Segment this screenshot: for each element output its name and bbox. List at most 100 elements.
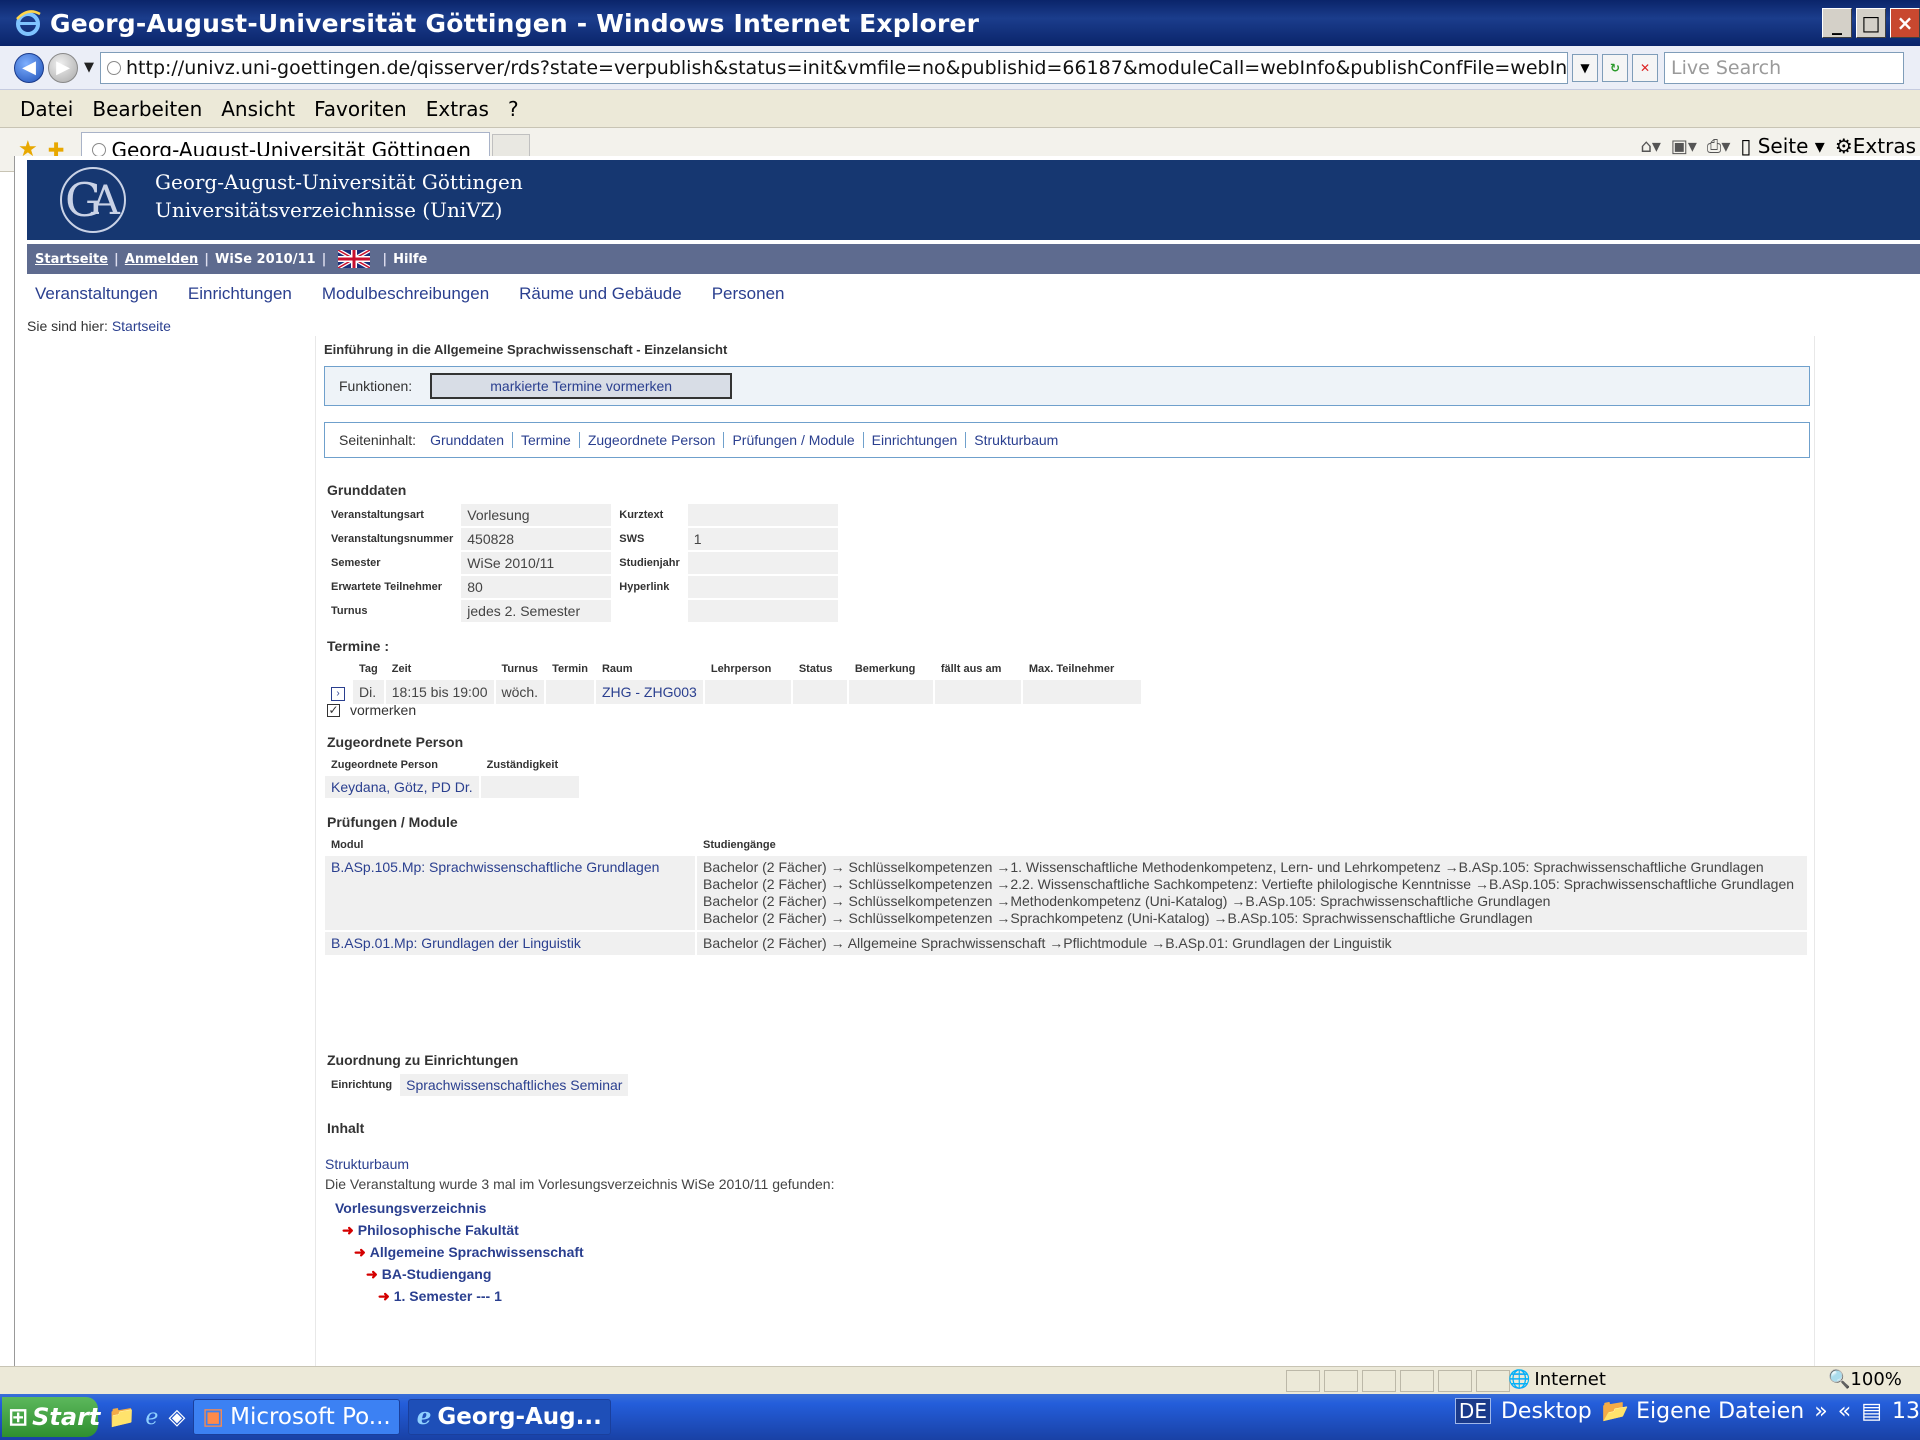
stop-icon[interactable]: ✕ (1632, 53, 1658, 82)
internet-explorer-icon (16, 10, 41, 36)
back-button[interactable]: ◀ (14, 52, 44, 83)
nav-anmelden[interactable]: Anmelden (125, 252, 199, 267)
forward-button[interactable]: ▶ (48, 52, 78, 83)
minimize-button[interactable]: _ (1822, 8, 1852, 38)
page-title: Einführung in die Allgemeine Sprachwisse… (324, 342, 728, 357)
taskbar-ie-window[interactable]: ℯ Georg-Aug... (407, 1399, 611, 1435)
contents-link-pruefungen[interactable]: Prüfungen / Module (723, 432, 862, 448)
close-button[interactable]: × (1890, 8, 1920, 38)
menu-favoriten[interactable]: Favoriten (314, 97, 407, 121)
contents-link-strukturbaum[interactable]: Strukturbaum (965, 432, 1066, 448)
quicklaunch-folder-icon[interactable]: 📁 (108, 1405, 135, 1430)
nav-startseite[interactable]: Startseite (35, 252, 108, 267)
studiengang-line: Bachelor (2 Fächer) → Schlüsselkompetenz… (703, 859, 1764, 875)
contents-link-termine[interactable]: Termine (512, 432, 579, 448)
mainnav-veranstaltungen[interactable]: Veranstaltungen (35, 284, 158, 304)
language-indicator[interactable]: DE (1454, 1398, 1491, 1424)
termine-column-header: Raum (601, 663, 633, 675)
modul-row: B.ASp.01.Mp: Grundlagen der Linguistik Ba… (325, 932, 1807, 955)
web-page: G A Georg-August-Universität Göttingen U… (14, 156, 1920, 1366)
mainnav-raeume[interactable]: Räume und Gebäude (519, 284, 682, 304)
contents-link-grunddaten[interactable]: Grunddaten (422, 432, 512, 448)
menu-ansicht[interactable]: Ansicht (221, 97, 295, 121)
grunddaten-row: Turnus jedes 2. Semester (325, 600, 838, 622)
clock: 13 (1892, 1398, 1920, 1424)
modul-link[interactable]: B.ASp.105.Mp: Sprachwissenschaftliche Gr… (325, 856, 695, 930)
quicklaunch-ie-icon[interactable]: ℯ (145, 1405, 158, 1430)
grunddaten-heading: Grunddaten (327, 482, 407, 498)
page-menu[interactable]: ▯ Seite ▾ (1740, 134, 1824, 158)
page-icon (91, 143, 106, 157)
desktop-toolbar[interactable]: Desktop (1501, 1399, 1592, 1424)
modul-link[interactable]: B.ASp.01.Mp: Grundlagen der Linguistik (325, 932, 695, 955)
strukturbaum-heading: Strukturbaum (325, 1156, 410, 1172)
raum-link[interactable]: ZHG - ZHG003 (595, 680, 703, 704)
breadcrumb-startseite[interactable]: Startseite (112, 318, 171, 334)
toolbar-overflow-icon[interactable]: » (1814, 1399, 1827, 1424)
powerpoint-icon: ▣ (202, 1404, 225, 1430)
print-icon[interactable]: ⎙▾ (1707, 136, 1730, 157)
search-input[interactable]: Live Search (1664, 51, 1904, 84)
university-seal-logo: G A (60, 167, 126, 233)
einrichtungen-table: Einrichtung Sprachwissenschaftliches Sem… (323, 1072, 630, 1098)
mainnav-einrichtungen[interactable]: Einrichtungen (188, 284, 292, 304)
termine-column-header: Bemerkung (854, 663, 916, 675)
grunddaten-table: Veranstaltungsart Vorlesung Kurztext Verans… (323, 502, 840, 624)
termine-row: › Di. 18:15 bis 19:00 wöch. ZHG - ZHG003 (325, 680, 1141, 704)
quicklaunch-app-icon[interactable]: ◈ (168, 1405, 185, 1430)
home-icon[interactable]: ⌂▾ (1640, 136, 1660, 157)
nav-hilfe[interactable]: Hilfe (393, 252, 427, 267)
url-input[interactable]: http://univz.uni-goettingen.de/qisserver… (100, 51, 1568, 84)
inhalt-heading: Inhalt (327, 1120, 365, 1136)
termine-heading: Termine : (327, 638, 389, 654)
start-button[interactable]: ⊞ Start (2, 1397, 100, 1437)
mark-appointments-button[interactable]: markierte Termine vormerken (430, 373, 733, 399)
taskbar-powerpoint[interactable]: ▣ Microsoft Po... (193, 1399, 400, 1435)
page-icon (107, 60, 121, 75)
nav-semester[interactable]: WiSe 2010/11 (215, 252, 316, 267)
feeds-icon[interactable]: ▣▾ (1671, 136, 1697, 157)
contents-link-person[interactable]: Zugeordnete Person (578, 432, 724, 448)
url-dropdown-icon[interactable]: ▼ (1572, 53, 1598, 82)
tree-item[interactable]: ➜ Allgemeine Sprachwissenschaft (354, 1244, 584, 1261)
contents-link-einrichtungen[interactable]: Einrichtungen (862, 432, 966, 448)
grunddaten-row: Semester WiSe 2010/11 Studienjahr (325, 552, 838, 574)
grunddaten-row: Veranstaltungsnummer 450828 SWS 1 (325, 528, 838, 550)
eigene-dateien-toolbar[interactable]: 📂 Eigene Dateien (1602, 1399, 1805, 1424)
tree-item[interactable]: ➜ BA-Studiengang (366, 1266, 491, 1283)
termine-column-header: fällt aus am (940, 663, 1002, 675)
termine-table: Tag Zeit Turnus Termin Raum Lehrperson Status B… (323, 658, 1143, 706)
einrichtung-link[interactable]: Sprachwissenschaftliches Seminar (400, 1074, 629, 1096)
vormerken-checkbox[interactable]: ✓ (327, 703, 340, 717)
tree-item[interactable]: ➜ Philosophische Fakultät (342, 1222, 519, 1239)
windows-taskbar: ⊞ Start 📁 ℯ ◈ ▣ Microsoft Po... ℯ Georg-Au… (0, 1394, 1920, 1440)
tray-collapse-icon[interactable]: « (1838, 1399, 1851, 1424)
menu-help[interactable]: ? (508, 97, 519, 121)
menu-extras[interactable]: Extras (426, 97, 489, 121)
studiengang-line: Bachelor (2 Fächer) → Allgemeine Sprachw… (703, 935, 1392, 951)
tree-root[interactable]: Vorlesungsverzeichnis (335, 1200, 486, 1216)
zoom-level[interactable]: 🔍100% (1828, 1369, 1902, 1390)
history-dropdown-icon[interactable]: ▼ (84, 60, 94, 75)
english-flag-icon[interactable] (338, 250, 371, 268)
menu-bearbeiten[interactable]: Bearbeiten (92, 97, 202, 121)
url-text: http://univz.uni-goettingen.de/qisserver… (126, 56, 1568, 79)
pruefungen-table: Modul Studiengänge B.ASp.105.Mp: Sprachwi… (323, 834, 1809, 957)
window-title: Georg-August-Universität Göttingen - Win… (50, 8, 980, 38)
person-link[interactable]: Keydana, Götz, PD Dr. (325, 776, 479, 798)
breadcrumb: Sie sind hier: Startseite (27, 318, 171, 334)
mainnav-personen[interactable]: Personen (712, 284, 785, 304)
content-area: Einführung in die Allgemeine Sprachwisse… (315, 336, 1815, 1366)
refresh-icon[interactable]: ↻ (1602, 53, 1628, 82)
university-banner: G A Georg-August-Universität Göttingen U… (27, 160, 1920, 240)
person-table: Zugeordnete Person Zuständigkeit Keydana,… (323, 754, 581, 800)
einrichtungen-heading: Zuordnung zu Einrichtungen (327, 1052, 519, 1068)
menu-datei[interactable]: Datei (20, 97, 73, 121)
grunddaten-row: Veranstaltungsart Vorlesung Kurztext (325, 504, 838, 526)
tree-item[interactable]: ➜ 1. Semester --- 1 (378, 1288, 502, 1305)
expand-icon[interactable]: › (331, 687, 345, 701)
maximize-button[interactable]: □ (1856, 8, 1886, 38)
extras-menu[interactable]: ⚙Extras (1835, 134, 1916, 158)
mainnav-modulbeschreibungen[interactable]: Modulbeschreibungen (322, 284, 489, 304)
internet-explorer-icon: ℯ (416, 1404, 432, 1430)
